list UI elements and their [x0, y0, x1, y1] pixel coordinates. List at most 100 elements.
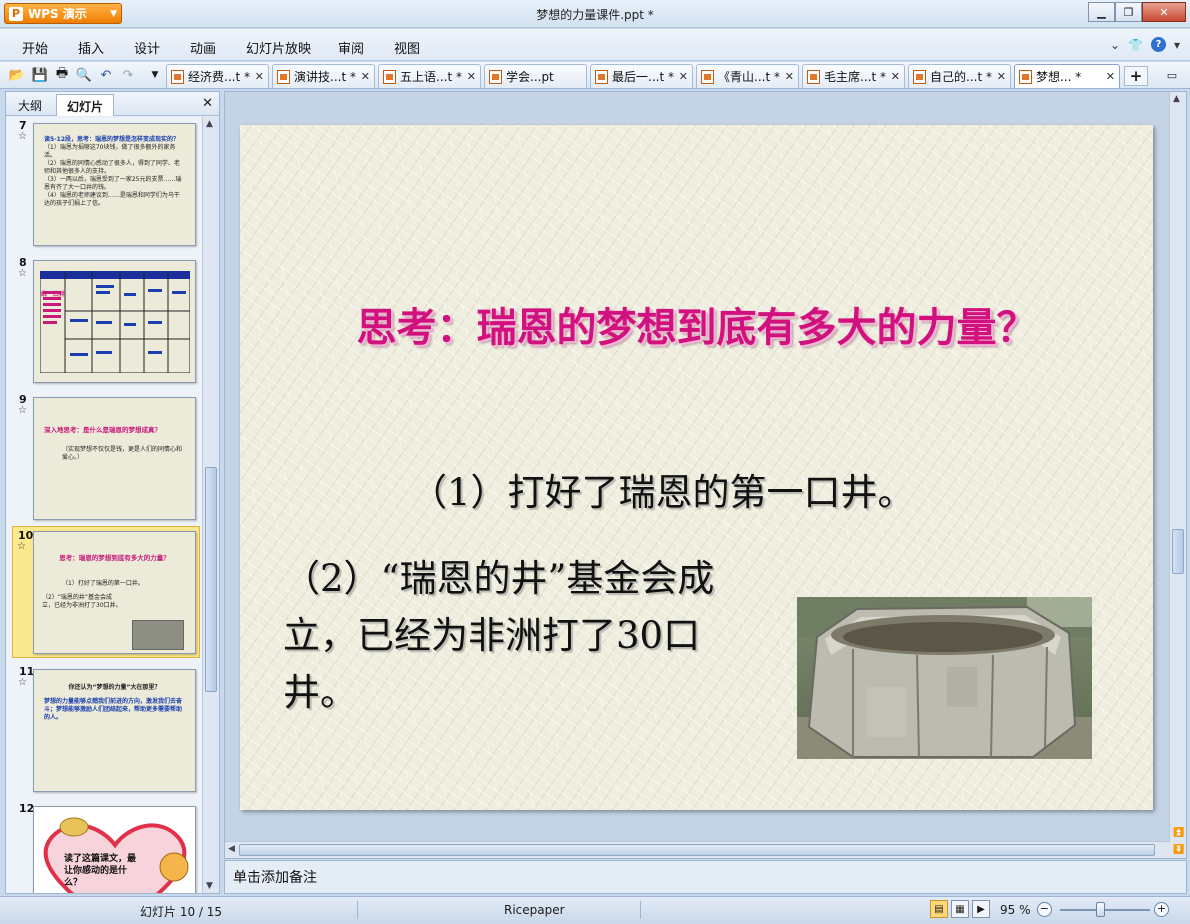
- well-photo[interactable]: [797, 597, 1092, 759]
- slide-title[interactable]: 思考：瑞恩的梦想到底有多大的力量？: [240, 295, 1153, 353]
- slide-thumbnail[interactable]: 统一口井: [33, 260, 196, 383]
- close-icon[interactable]: ✕: [357, 70, 370, 83]
- close-icon[interactable]: ✕: [202, 96, 213, 111]
- normal-view-icon[interactable]: ▤: [930, 900, 948, 918]
- slide-thumb-row[interactable]: 9 ☆ 深入地思考：是什么是瑞恩的梦想成真？ （实现梦想不仅仅是钱，更是人们的同…: [6, 391, 202, 525]
- ppt-file-icon: [913, 69, 926, 84]
- slide-thumb-row[interactable]: 11 ☆ 你还认为“梦想的力量”大在那里？ 梦想的力量能够点燃我们前进的方向，激…: [6, 663, 202, 797]
- thumbnails-scrollbar[interactable]: ▲ ▼: [202, 117, 219, 893]
- tab-label: 学会...pt: [506, 70, 554, 84]
- close-icon[interactable]: ✕: [463, 70, 476, 83]
- thumb-text: （1）打好了瑞恩的第一口井。: [62, 580, 144, 587]
- thumb-text: （1）瑞恩为捐够这70块钱，做了很多额外的家务活。: [44, 144, 176, 159]
- doc-tab-3[interactable]: 五上语...t * ✕: [378, 64, 481, 88]
- next-slide-icon[interactable]: ⏬: [1173, 845, 1184, 855]
- window-title: 梦想的力量课件.ppt *: [536, 8, 654, 22]
- minimize-button[interactable]: ▁: [1088, 2, 1115, 22]
- new-tab-button[interactable]: +: [1124, 66, 1148, 86]
- maximize-button[interactable]: ❐: [1115, 2, 1142, 22]
- doc-tab-8[interactable]: 自己的...t * ✕: [908, 64, 1011, 88]
- doc-tab-1[interactable]: 经济费...t * ✕: [166, 64, 269, 88]
- scrollbar-thumb[interactable]: [1172, 529, 1184, 574]
- scrollbar-thumb[interactable]: [239, 844, 1155, 856]
- undo-icon[interactable]: ↶: [97, 66, 115, 84]
- current-slide[interactable]: 思考：瑞恩的梦想到底有多大的力量？ （1）打好了瑞恩的第一口井。 （2）“瑞恩的…: [240, 125, 1153, 810]
- ppt-file-icon: [171, 69, 184, 84]
- doc-tab-4[interactable]: 学会...pt: [484, 64, 587, 88]
- menu-overflow-icon[interactable]: ▾: [1174, 38, 1180, 52]
- tab-label: 五上语...t *: [400, 70, 462, 84]
- slide-thumbnail[interactable]: 思考：瑞恩的梦想到底有多大的力量？ （1）打好了瑞恩的第一口井。 （2）“瑞恩的…: [33, 531, 196, 654]
- slide-thumb-row[interactable]: 7 ☆ 读5-12段，思考：瑞恩的梦想是怎样变成现实的？ （1）瑞恩为捐够这70…: [6, 117, 202, 251]
- animation-star-icon: ☆: [18, 131, 27, 142]
- save-icon[interactable]: 💾: [31, 66, 49, 84]
- scroll-down-icon[interactable]: ▼: [206, 881, 213, 891]
- zoom-in-button[interactable]: +: [1154, 902, 1169, 917]
- toolbar-customize-icon[interactable]: ▼: [146, 66, 164, 84]
- menu-review[interactable]: 审阅: [338, 38, 364, 57]
- menu-animation[interactable]: 动画: [190, 38, 216, 57]
- doc-tab-5[interactable]: 最后一...t * ✕: [590, 64, 693, 88]
- doc-tab-active[interactable]: 梦想... * ✕: [1014, 64, 1120, 88]
- quick-toolbar: 📂 💾 🖶 🔍 ↶ ↷ ▼ 经济费...t * ✕ 演讲技...t * ✕ 五上语.…: [0, 62, 1190, 89]
- slide-thumb-row[interactable]: 12 读了这篇课文，最让你感动的是什么？: [6, 800, 202, 893]
- editor-vertical-scrollbar[interactable]: ▲ ⏫ ⏬: [1169, 92, 1186, 858]
- previous-slide-icon[interactable]: ⏫: [1173, 828, 1184, 838]
- tab-label: 《青山...t *: [718, 70, 780, 84]
- animation-star-icon: ☆: [18, 405, 27, 416]
- close-icon[interactable]: ✕: [1102, 70, 1115, 83]
- menu-insert[interactable]: 插入: [78, 38, 104, 57]
- close-icon[interactable]: ✕: [781, 70, 794, 83]
- slide-thumb-row-selected[interactable]: 10 ☆ 思考：瑞恩的梦想到底有多大的力量？ （1）打好了瑞恩的第一口井。 （2…: [12, 526, 200, 658]
- scroll-left-icon[interactable]: ◀: [228, 844, 235, 854]
- tab-list-icon[interactable]: ▭: [1163, 66, 1181, 84]
- close-icon[interactable]: ✕: [993, 70, 1006, 83]
- doc-tab-2[interactable]: 演讲技...t * ✕: [272, 64, 375, 88]
- close-window-button[interactable]: ✕: [1142, 2, 1186, 22]
- slide-thumbnail[interactable]: 读5-12段，思考：瑞恩的梦想是怎样变成现实的？ （1）瑞恩为捐够这70块钱，做…: [33, 123, 196, 246]
- close-icon[interactable]: ✕: [251, 70, 264, 83]
- thumb-text: （实现梦想不仅仅是钱，更是人们的同情心和爱心。）: [62, 446, 183, 461]
- notes-placeholder: 单击添加备注: [233, 870, 317, 886]
- print-icon[interactable]: 🖶: [53, 66, 71, 84]
- slide-thumbnail[interactable]: 读了这篇课文，最让你感动的是什么？: [33, 806, 196, 893]
- slide-thumbnail[interactable]: 你还认为“梦想的力量”大在那里？ 梦想的力量能够点燃我们前进的方向，激发我们去奋…: [33, 669, 196, 792]
- window-controls: ▁ ❐ ✕: [1088, 2, 1186, 22]
- help-icon[interactable]: ?: [1150, 37, 1166, 52]
- doc-tab-7[interactable]: 毛主席...t * ✕: [802, 64, 905, 88]
- thumb-text: （4）瑞恩的老师建议到……是瑞恩和同学们为乌干达的孩子们捐上了信。: [44, 192, 180, 207]
- close-icon[interactable]: ✕: [887, 70, 900, 83]
- slide-thumbnail[interactable]: 深入地思考：是什么是瑞恩的梦想成真？ （实现梦想不仅仅是钱，更是人们的同情心和爱…: [33, 397, 196, 520]
- editor-horizontal-scrollbar[interactable]: ◀: [225, 841, 1170, 858]
- close-icon[interactable]: ✕: [675, 70, 688, 83]
- slide-thumb-row[interactable]: 8 ☆ 统一口井: [6, 254, 202, 388]
- menu-view[interactable]: 视图: [394, 38, 420, 57]
- slide-text-1[interactable]: （1）打好了瑞恩的第一口井。: [410, 462, 915, 516]
- menu-slideshow[interactable]: 幻灯片放映: [246, 38, 311, 57]
- slide-text-2[interactable]: （2）“瑞恩的井”基金会成立，已经为非洲打了30口井。: [283, 550, 723, 721]
- menu-design[interactable]: 设计: [134, 38, 160, 57]
- thumb-text: 读了这篇课文，最让你感动的是什么？: [64, 854, 137, 888]
- scroll-up-icon[interactable]: ▲: [1173, 94, 1180, 104]
- ppt-file-icon: [489, 69, 502, 84]
- notes-pane[interactable]: 单击添加备注: [224, 860, 1187, 894]
- play-slideshow-icon[interactable]: ▶: [972, 900, 990, 918]
- thumb-text: （2）瑞恩的同情心感动了很多人，得到了同学、老师和其他很多人的支持。: [44, 160, 180, 175]
- menu-home[interactable]: 开始: [22, 38, 48, 57]
- zoom-slider-track[interactable]: [1060, 909, 1150, 911]
- zoom-level[interactable]: 95 %: [1000, 903, 1031, 917]
- tab-slides[interactable]: 幻灯片: [56, 94, 115, 116]
- print-preview-icon[interactable]: 🔍: [75, 66, 93, 84]
- slide-sorter-icon[interactable]: ▦: [951, 900, 969, 918]
- doc-tab-6[interactable]: 《青山...t * ✕: [696, 64, 799, 88]
- view-switcher: ▤ ▦ ▶: [930, 900, 990, 918]
- collapse-ribbon-icon[interactable]: ⌄: [1110, 38, 1120, 52]
- open-folder-icon[interactable]: 📂: [8, 66, 26, 84]
- zoom-out-button[interactable]: −: [1037, 902, 1052, 917]
- skin-shirt-icon[interactable]: 👕: [1128, 38, 1143, 52]
- scrollbar-thumb[interactable]: [205, 467, 217, 692]
- zoom-slider-handle[interactable]: [1096, 902, 1105, 917]
- tab-outline[interactable]: 大纲: [8, 94, 52, 116]
- redo-icon[interactable]: ↷: [119, 66, 137, 84]
- scroll-up-icon[interactable]: ▲: [206, 119, 213, 129]
